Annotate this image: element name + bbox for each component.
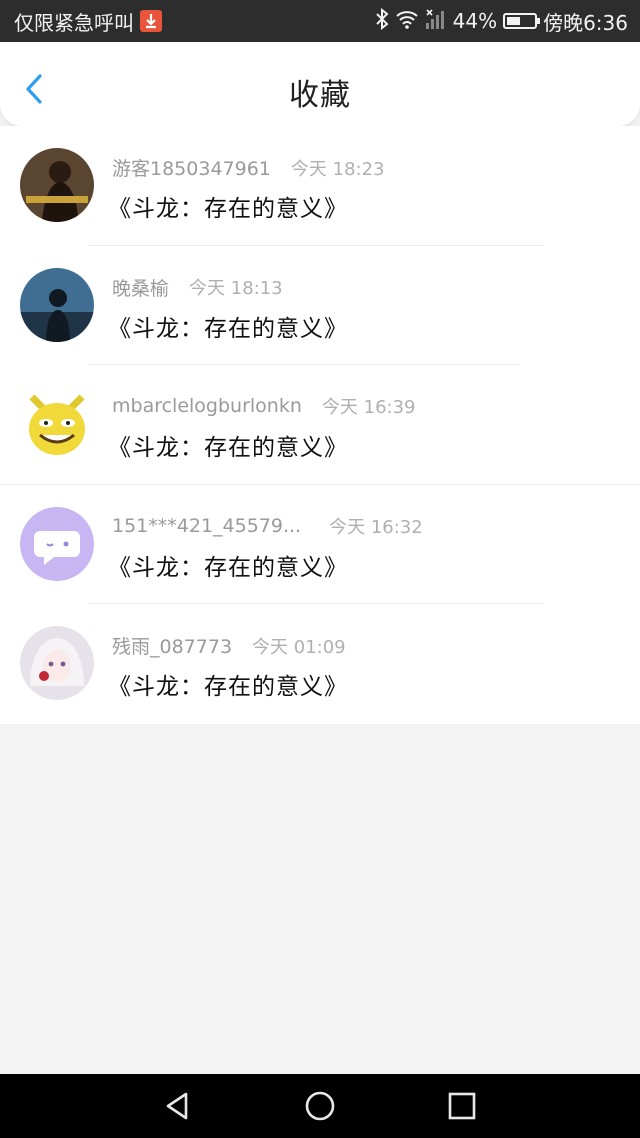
yellow-meme-avatar <box>20 387 94 462</box>
silhouette-sky-avatar <box>20 267 94 342</box>
bluetooth-icon <box>375 7 389 35</box>
favorite-title: 《斗龙：存在的意义》 <box>108 196 348 222</box>
carrier-text: 仅限紧急呼叫 <box>14 10 134 35</box>
username: 151***421_45579... <box>112 514 302 537</box>
anime-girl-avatar <box>20 626 94 701</box>
girl-dark-avatar <box>20 148 94 222</box>
timestamp: 今天 16:32 <box>329 516 423 538</box>
favorite-title: 《斗龙：存在的意义》 <box>108 315 348 342</box>
timestamp: 今天 18:13 <box>189 278 283 300</box>
list-item[interactable]: 残雨_087773 今天 01:09 《斗龙：存在的意义》 <box>0 604 640 724</box>
square-recent-icon[interactable] <box>444 1088 480 1124</box>
timestamp: 今天 16:39 <box>321 397 416 419</box>
status-bar: 仅限紧急呼叫 44% 傍晚6:36 <box>0 0 640 42</box>
triangle-back-icon[interactable] <box>160 1088 196 1124</box>
app-header: 收藏 <box>0 42 640 126</box>
favorite-title: 《斗龙：存在的意义》 <box>108 674 348 701</box>
timestamp: 今天 18:23 <box>290 158 385 180</box>
timestamp: 今天 01:09 <box>252 636 346 658</box>
favorite-title: 《斗龙：存在的意义》 <box>108 435 348 462</box>
username: 晚桑榆 <box>112 277 170 300</box>
username: 游客1850347961 <box>112 158 271 180</box>
list-item[interactable]: mbarclelogburlonkn 今天 16:39 《斗龙：存在的意义》 <box>0 365 640 485</box>
list-item[interactable]: 游客1850347961 今天 18:23 《斗龙：存在的意义》 <box>0 126 640 246</box>
favorites-list: 游客1850347961 今天 18:23 《斗龙：存在的意义》 晚桑榆 今天 … <box>0 126 640 724</box>
battery-percent: 44% <box>452 9 498 33</box>
page-title: 收藏 <box>289 78 351 113</box>
clock: 傍晚6:36 <box>543 10 628 35</box>
download-icon <box>140 10 162 32</box>
favorite-title: 《斗龙：存在的意义》 <box>108 554 348 581</box>
signal-icon <box>425 8 447 35</box>
username: mbarclelogburlonkn <box>112 395 302 418</box>
list-item[interactable]: 151***421_45579... 今天 16:32 《斗龙：存在的意义》 <box>0 485 640 605</box>
circle-home-icon[interactable] <box>302 1088 338 1124</box>
list-item[interactable]: 晚桑榆 今天 18:13 《斗龙：存在的意义》 <box>0 246 640 366</box>
system-nav-bar <box>0 1074 640 1138</box>
battery-icon <box>503 13 541 29</box>
username: 残雨_087773 <box>112 636 233 659</box>
purple-chat-avatar <box>20 506 94 581</box>
wifi-icon <box>395 9 419 34</box>
